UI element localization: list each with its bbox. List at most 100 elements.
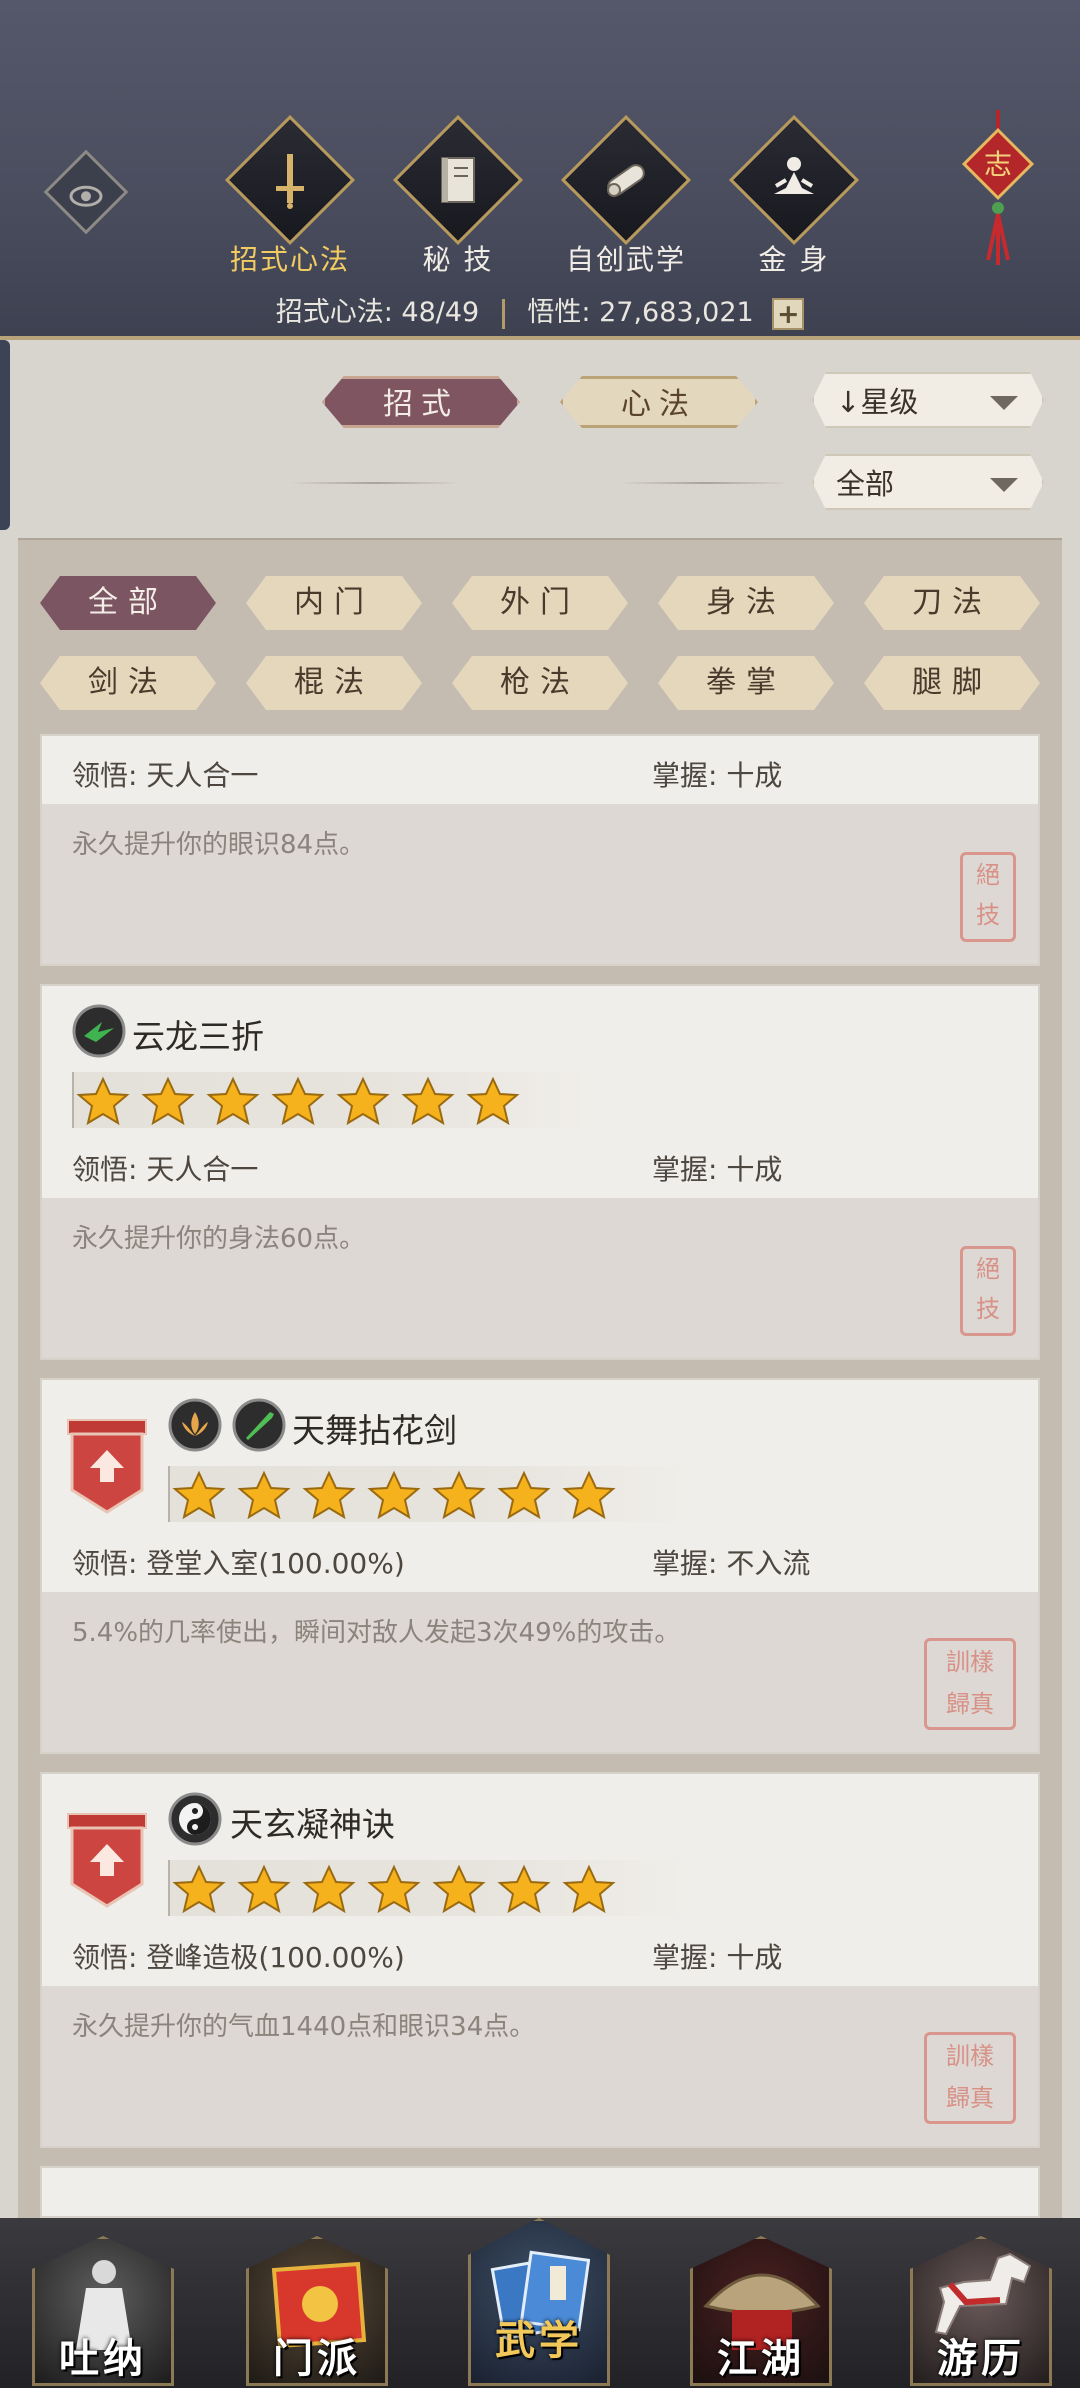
scroll-icon: [607, 164, 645, 197]
nav-travel[interactable]: 游历: [896, 2236, 1066, 2388]
skill-card[interactable]: 天舞拈花剑 领悟: 登堂入室(100.00%) 掌握: 不入流 5.4%的几率使…: [40, 1378, 1040, 1754]
star-icon: [336, 1076, 390, 1126]
mastery-label: 掌握:: [652, 1153, 718, 1186]
mastery-label: 掌握:: [652, 1941, 718, 1974]
ornament-divider-left: [290, 482, 460, 484]
skill-description: 永久提升你的气血1440点和眼识34点。: [72, 2012, 536, 2042]
category-outer[interactable]: 外门: [452, 576, 628, 630]
comprehension-label: 领悟:: [72, 759, 138, 792]
seal-stamp: 絕技: [960, 1246, 1016, 1336]
yin-yang-icon: [168, 1792, 222, 1846]
skill-name: 天玄凝神诀: [230, 1805, 395, 1844]
chevron-down-icon: [990, 478, 1018, 492]
category-spear[interactable]: 枪法: [452, 656, 628, 710]
star-icon: [562, 1470, 616, 1520]
nav-label: 武学: [495, 2317, 583, 2364]
star-rating: [168, 1860, 688, 1916]
star-icon: [562, 1864, 616, 1914]
star-rating: [168, 1466, 688, 1522]
comprehension-value: 27,683,021: [599, 297, 754, 328]
book-icon: [441, 157, 475, 203]
nav-label: 江湖: [717, 2335, 805, 2382]
ornament-divider-right: [620, 482, 790, 484]
meditation-icon: [774, 157, 814, 194]
category-fist[interactable]: 拳掌: [658, 656, 834, 710]
sort-arrow-icon: ↓: [836, 385, 861, 419]
star-icon: [206, 1076, 260, 1126]
tab-moves[interactable]: 招式: [322, 376, 520, 428]
star-icon: [76, 1076, 130, 1126]
star-rating: [72, 1072, 592, 1128]
star-icon: [172, 1864, 226, 1914]
star-icon: [401, 1076, 455, 1126]
sort-dropdown[interactable]: ↓星级: [812, 372, 1044, 428]
sword-icon: [276, 154, 304, 209]
category-all[interactable]: 全部: [40, 576, 216, 630]
skill-description: 5.4%的几率使出，瞬间对敌人发起3次49%的攻击。: [72, 1618, 681, 1648]
mastery-value: 十成: [726, 1941, 783, 1974]
skill-card-partial[interactable]: [40, 2166, 1040, 2218]
skill-description: 永久提升你的身法60点。: [72, 1224, 366, 1254]
chinese-knot-button[interactable]: 志: [958, 110, 1038, 274]
comprehension-label: 领悟:: [72, 1547, 138, 1580]
scope-dropdown[interactable]: 全部: [812, 454, 1044, 510]
category-sword[interactable]: 剑法: [40, 656, 216, 710]
star-icon: [432, 1470, 486, 1520]
category-blade[interactable]: 刀法: [864, 576, 1040, 630]
upgrade-badge-icon[interactable]: [64, 1416, 150, 1516]
nav-breathing[interactable]: 吐纳: [18, 2236, 188, 2388]
top-header: 招式心法 秘 技 自创武学 金 身 志 招式心法: 48/49 悟性: 27,6…: [0, 0, 1080, 340]
tab-label: 招式心法: [229, 243, 350, 276]
skill-name: 云龙三折: [132, 1017, 264, 1056]
sort-value: 星级: [860, 385, 919, 419]
sword-skill-icon: [232, 1398, 286, 1452]
category-footwork[interactable]: 身法: [658, 576, 834, 630]
moves-count-label: 招式心法:: [275, 297, 393, 328]
comprehension-value: 天人合一: [146, 1153, 259, 1186]
tab-label: 自创武学: [565, 243, 686, 276]
skill-name: 天舞拈花剑: [292, 1411, 457, 1450]
star-icon: [237, 1470, 291, 1520]
lotus-icon: [168, 1398, 222, 1452]
chinese-knot-icon: 志: [961, 110, 1035, 265]
tab-label: 金 身: [758, 243, 830, 276]
nav-label: 吐纳: [59, 2335, 147, 2382]
category-leg[interactable]: 腿脚: [864, 656, 1040, 710]
star-icon: [141, 1076, 195, 1126]
side-drawer-handle[interactable]: [0, 340, 10, 530]
nav-jianghu[interactable]: 江湖: [676, 2236, 846, 2388]
star-icon: [497, 1864, 551, 1914]
mastery-label: 掌握:: [652, 1547, 718, 1580]
comprehension-label: 领悟:: [72, 1153, 138, 1186]
mastery-value: 十成: [726, 1153, 783, 1186]
tab-label: 秘 技: [422, 243, 494, 276]
nav-sect[interactable]: 门派: [232, 2236, 402, 2388]
nav-label: 游历: [937, 2335, 1025, 2382]
footwork-skill-icon: [72, 1004, 126, 1058]
nav-label: 门派: [273, 2335, 361, 2382]
seal-stamp: 訓樣 歸真: [924, 1638, 1016, 1730]
skill-card[interactable]: 天玄凝神诀 领悟: 登峰造极(100.00%) 掌握: 十成 永久提升你的气血1…: [40, 1772, 1040, 2148]
comprehension-value: 天人合一: [146, 759, 259, 792]
status-divider: [501, 298, 505, 329]
comprehension-value: 登峰造极(100.00%): [146, 1941, 405, 1974]
skill-card[interactable]: 云龙三折 领悟: 天人合一 掌握: 十成 永久提升你的身法60点。 絕技: [40, 984, 1040, 1360]
skill-description: 永久提升你的眼识84点。: [72, 830, 366, 860]
star-icon: [497, 1470, 551, 1520]
moves-count-value: 48/49: [401, 297, 480, 328]
nav-martial-arts[interactable]: 武学: [454, 2218, 624, 2386]
skill-card[interactable]: 领悟: 天人合一 掌握: 十成 永久提升你的眼识84点。 絕技: [40, 734, 1040, 966]
star-icon: [237, 1864, 291, 1914]
add-comprehension-button[interactable]: +: [772, 297, 805, 330]
scope-value: 全部: [836, 467, 895, 501]
category-inner[interactable]: 内门: [246, 576, 422, 630]
category-staff[interactable]: 棍法: [246, 656, 422, 710]
tab-methods[interactable]: 心法: [560, 376, 758, 428]
bottom-nav: 吐纳 门派 武学 江湖 游历: [0, 2218, 1080, 2388]
upgrade-badge-icon[interactable]: [64, 1810, 150, 1910]
star-icon: [466, 1076, 520, 1126]
star-icon: [432, 1864, 486, 1914]
mastery-label: 掌握:: [652, 759, 718, 792]
seal-stamp: 訓樣 歸真: [924, 2032, 1016, 2124]
eye-toggle-button[interactable]: [43, 149, 129, 235]
